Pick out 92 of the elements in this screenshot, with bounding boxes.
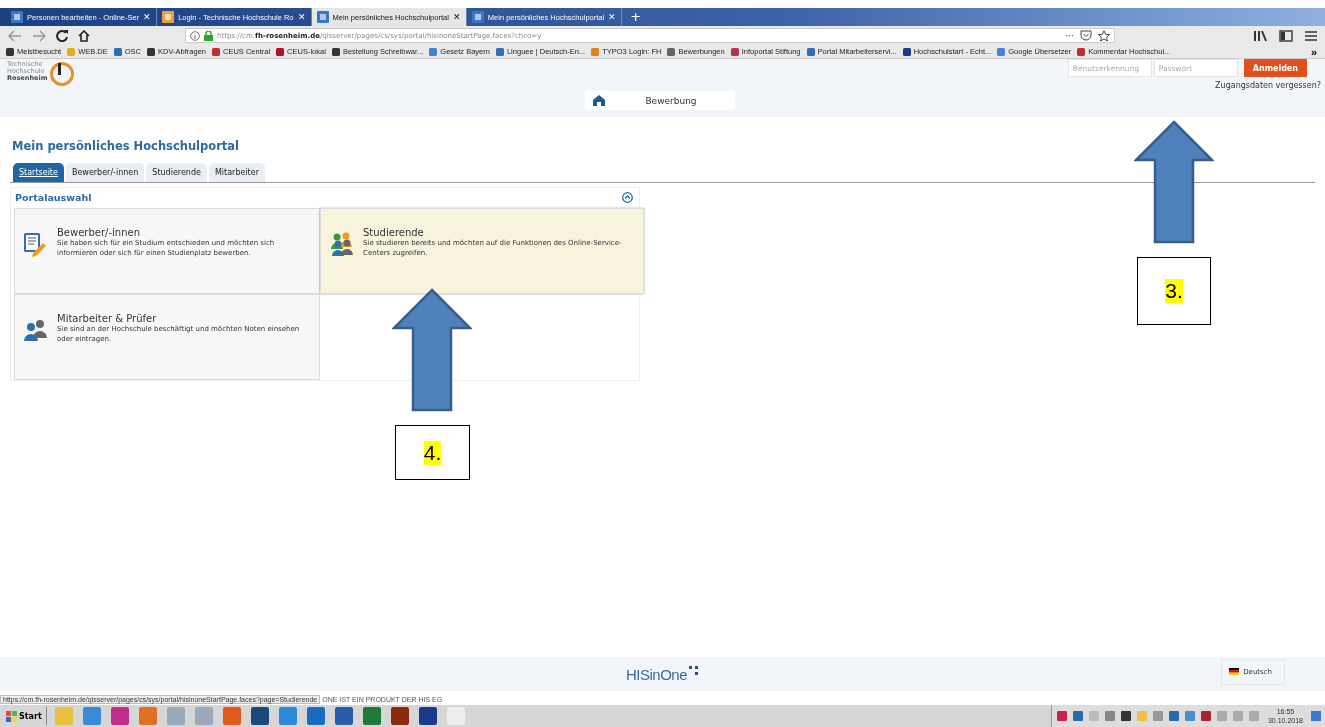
library-icon bbox=[1253, 29, 1267, 42]
close-icon[interactable]: ✕ bbox=[452, 12, 461, 22]
menu-icon bbox=[1305, 30, 1317, 41]
app-icon bbox=[164, 706, 187, 726]
app-icon bbox=[248, 706, 271, 726]
new-tab-button[interactable]: + bbox=[622, 8, 650, 26]
close-icon[interactable]: ✕ bbox=[297, 12, 306, 22]
tile-title: Studierende bbox=[363, 227, 425, 238]
nav-link[interactable]: Bewerbung bbox=[645, 95, 697, 106]
bookmark-icon bbox=[331, 47, 340, 56]
app-icon bbox=[332, 706, 355, 726]
home-icon bbox=[78, 29, 90, 42]
bookmark-icon bbox=[212, 47, 220, 56]
close-icon[interactable]: ✕ bbox=[143, 12, 152, 22]
annotation-label: 4. bbox=[423, 440, 442, 465]
more-bookmarks-icon[interactable]: » bbox=[1310, 45, 1317, 58]
tray-icon bbox=[1247, 710, 1260, 722]
panel-title: Portalauswahl bbox=[15, 192, 92, 203]
tray-icon bbox=[1055, 710, 1068, 722]
tray-icon bbox=[1071, 710, 1084, 722]
home-icon bbox=[593, 95, 606, 106]
app-icon bbox=[108, 706, 131, 726]
bookmark-icon bbox=[997, 47, 1006, 56]
app-icon bbox=[192, 706, 215, 726]
page-tab[interactable]: Mitarbeiter bbox=[208, 163, 265, 182]
form-icon bbox=[23, 231, 49, 257]
bookmark-icon bbox=[147, 47, 156, 56]
tray-icon bbox=[1231, 710, 1244, 722]
favicon-icon bbox=[11, 11, 23, 23]
bookmark-icon bbox=[730, 47, 739, 56]
windows-logo-icon bbox=[6, 710, 17, 722]
dots-icon bbox=[689, 665, 699, 676]
flag-icon bbox=[1229, 668, 1240, 675]
bookmark-icon bbox=[902, 47, 911, 56]
bookmark-icon bbox=[806, 47, 815, 56]
app-icon bbox=[80, 706, 103, 726]
tray-icon bbox=[1135, 710, 1148, 722]
brand-logo-text: HISinOne bbox=[625, 665, 687, 683]
tray-icon bbox=[1151, 710, 1164, 722]
back-icon bbox=[8, 29, 22, 42]
tray-icon bbox=[1215, 710, 1228, 722]
show-desktop-icon bbox=[1311, 711, 1321, 721]
tray-icon bbox=[1183, 710, 1196, 722]
reload-icon bbox=[56, 29, 68, 42]
lock-icon bbox=[204, 30, 213, 41]
app-icon bbox=[220, 706, 243, 726]
page-title: Mein persönliches Hochschulportal bbox=[12, 139, 241, 153]
bookmark-icon bbox=[1077, 47, 1086, 56]
app-icon bbox=[388, 706, 411, 726]
bookmark-icon bbox=[6, 47, 14, 56]
app-icon bbox=[416, 706, 439, 726]
bookmark-icon bbox=[667, 47, 676, 56]
annotation-label: 3. bbox=[1165, 279, 1183, 303]
forgot-link[interactable]: Zugangsdaten vergessen? bbox=[1215, 81, 1321, 90]
page-tab[interactable]: Startseite bbox=[13, 163, 64, 182]
info-icon bbox=[190, 30, 200, 41]
more-icon[interactable]: ··· bbox=[1065, 30, 1074, 41]
page-tab[interactable]: Bewerber/-innen bbox=[65, 163, 145, 182]
tile-title: Mitarbeiter & Prüfer bbox=[57, 313, 158, 324]
tray-icon bbox=[1119, 710, 1132, 722]
bookmark-icon bbox=[276, 47, 285, 56]
app-icon bbox=[360, 706, 383, 726]
app-icon bbox=[52, 706, 75, 726]
app-icon bbox=[136, 706, 159, 726]
star-icon bbox=[1098, 29, 1110, 42]
collapse-icon bbox=[622, 192, 633, 203]
favicon-icon bbox=[316, 11, 329, 23]
bookmark-icon bbox=[429, 47, 438, 56]
tray-icon bbox=[1167, 710, 1180, 722]
close-icon[interactable]: ✕ bbox=[608, 12, 617, 22]
page-tab[interactable]: Studierende bbox=[146, 163, 207, 182]
tile-title: Bewerber/-innen bbox=[57, 227, 141, 238]
start-button[interactable]: Start bbox=[4, 707, 47, 725]
forward-icon bbox=[32, 29, 46, 42]
app-icon bbox=[444, 706, 467, 726]
app-icon bbox=[304, 706, 327, 726]
favicon-icon bbox=[162, 11, 175, 23]
pocket-icon bbox=[1080, 30, 1092, 41]
tray-icon bbox=[1103, 710, 1116, 722]
bookmark-icon bbox=[67, 47, 76, 56]
login-button[interactable]: Anmelden bbox=[1243, 59, 1307, 77]
tray-icon bbox=[1199, 710, 1212, 722]
tray-icon bbox=[1087, 710, 1100, 722]
people-group-icon bbox=[329, 231, 355, 257]
people-icon bbox=[23, 317, 49, 343]
app-icon bbox=[276, 706, 299, 726]
bookmark-icon bbox=[113, 47, 122, 56]
logo-icon bbox=[49, 61, 76, 87]
bookmark-icon bbox=[591, 47, 600, 56]
sidebar-icon bbox=[1279, 29, 1293, 42]
favicon-icon bbox=[471, 11, 484, 23]
bookmark-icon bbox=[495, 47, 504, 56]
